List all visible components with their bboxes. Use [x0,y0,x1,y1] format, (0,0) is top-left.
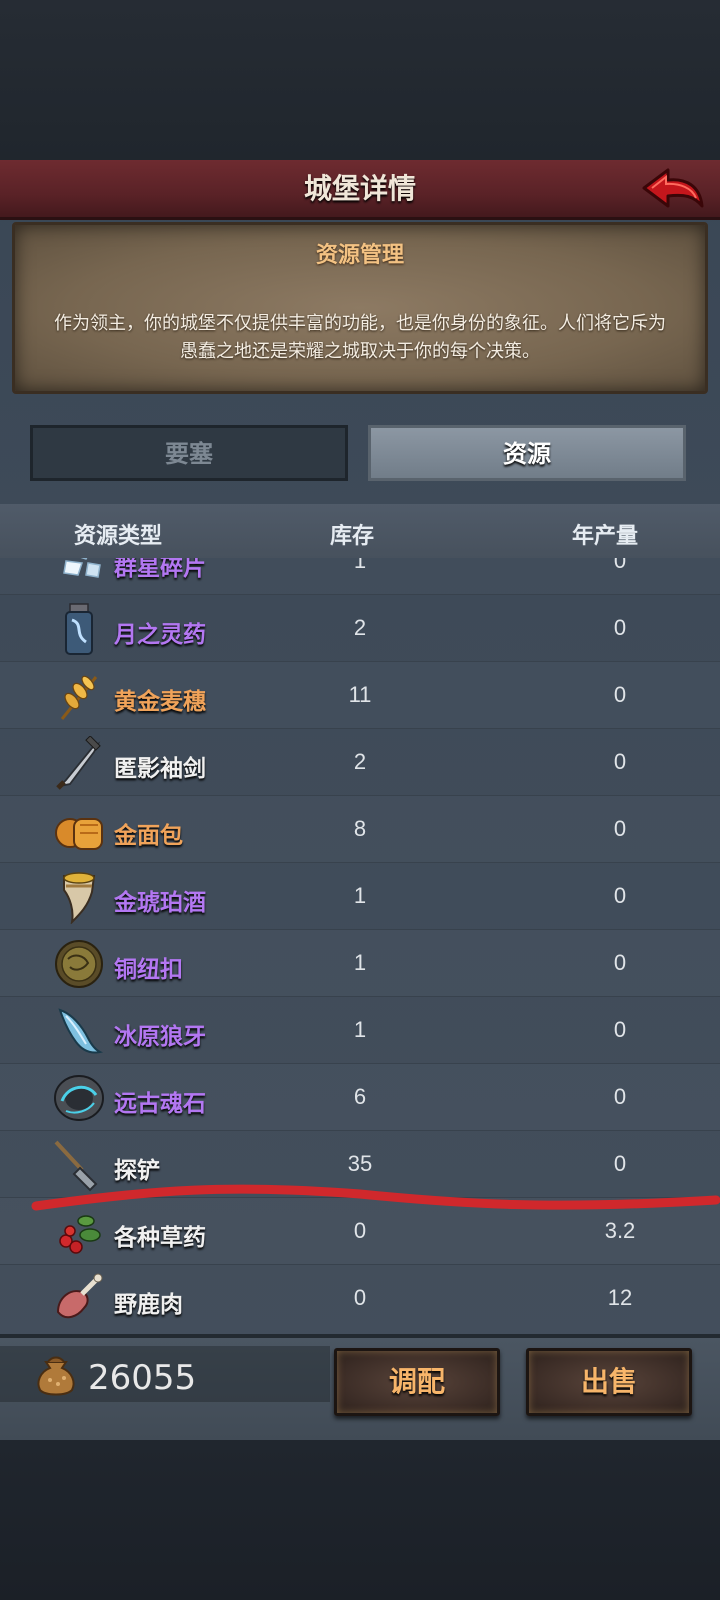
resource-stock: 2 [353,749,367,774]
section-description: 作为领主，你的城堡不仅提供丰富的功能，也是你身份的象征。人们将它斥为愚蠢之地还是… [54,313,666,361]
page-title: 城堡详情 [303,173,416,204]
resource-stock: 6 [353,1084,367,1109]
bottom-background [0,1440,720,1600]
copper-button-icon [55,940,103,988]
table-row[interactable]: 远古魂石 6 0 [0,1064,720,1131]
resource-stock: 1 [353,950,367,975]
resource-stock: 1 [353,883,367,908]
back-button[interactable] [640,166,706,216]
resource-name: 远古魂石 [114,1090,206,1116]
resource-name: 各种草药 [114,1224,206,1250]
resource-name: 金面包 [114,822,183,848]
resource-stock: 11 [348,682,372,707]
table-row[interactable]: 黄金麦穗 11 0 [0,662,720,729]
drinking-horn-icon [63,872,96,924]
shovel-icon [54,1140,98,1192]
info-parchment: 资源管理 作为领主，你的城堡不仅提供丰富的功能，也是你身份的象征。人们将它斥为愚… [12,222,708,394]
resource-yearly: 0 [613,682,627,707]
resource-yearly: 0 [613,558,627,573]
resource-stock: 1 [353,558,367,573]
table-row[interactable]: 各种草药 0 3.2 [0,1198,720,1265]
resource-yearly: 0 [613,1017,627,1042]
herbs-icon [59,1215,101,1254]
table-row[interactable]: 金琥珀酒 1 0 [0,863,720,930]
venison-icon [56,1273,103,1319]
tab-bar: 要塞 资源 [30,425,690,483]
resource-name: 探铲 [114,1157,160,1183]
title-bar: 城堡详情 [0,160,720,220]
resource-stock: 2 [353,615,367,640]
resource-name: 群星碎片 [114,558,206,580]
table-row[interactable]: 群星碎片 1 0 [0,558,720,595]
wheat-icon [60,675,98,720]
bread-icon [55,818,103,850]
resource-name: 铜纽扣 [114,956,183,982]
resource-name: 黄金麦穗 [114,688,206,714]
resource-yearly: 0 [613,1151,627,1176]
table-row[interactable]: 月之灵药 2 0 [0,595,720,662]
table-row[interactable]: 匿影袖剑 2 0 [0,729,720,796]
table-row[interactable]: 野鹿肉 0 12 [0,1265,720,1330]
resource-yearly: 0 [613,1084,627,1109]
coin-bag-icon [37,1356,75,1396]
column-yearly: 年产量 [572,523,639,548]
resource-stock: 0 [353,1285,367,1310]
resource-stock: 0 [353,1218,367,1243]
coin-display: 26055 [0,1346,330,1402]
crystal-shards-icon [63,558,101,578]
table-row[interactable]: 探铲 35 0 [0,1131,720,1198]
resource-stock: 35 [347,1151,373,1176]
coin-amount: 26055 [88,1358,197,1398]
tab-fortress[interactable]: 要塞 [30,425,348,481]
resource-yearly: 0 [613,615,627,640]
resource-stock: 1 [353,1017,367,1042]
resource-name: 匿影袖剑 [114,755,206,781]
resource-yearly: 0 [613,883,627,908]
potion-bottle-icon [65,603,93,655]
resource-yearly: 12 [607,1285,633,1310]
table-header: 资源类型 库存 年产量 [0,504,720,558]
resource-yearly: 0 [613,816,627,841]
resource-name: 月之灵药 [114,621,206,647]
resource-table[interactable]: 群星碎片 1 0 月之灵药 2 0 黄金麦穗 11 0 匿影袖剑 2 0 金面包 8 0 金琥珀酒 1 0 铜纽扣 1… [0,558,720,1330]
back-arrow-icon [642,168,704,208]
resource-yearly: 0 [613,749,627,774]
column-stock: 库存 [330,523,375,548]
resource-name: 野鹿肉 [114,1291,183,1317]
table-row[interactable]: 冰原狼牙 1 0 [0,997,720,1064]
column-type: 资源类型 [74,523,163,548]
resource-yearly: 3.2 [604,1218,636,1243]
wolf-fang-icon [58,1008,104,1054]
tab-resources[interactable]: 资源 [368,425,686,481]
resource-stock: 8 [353,816,367,841]
bottom-bar: 26055 调配 出售 [0,1334,720,1440]
dagger-icon [56,736,101,790]
top-background [0,0,720,160]
resource-name: 金琥珀酒 [114,889,206,915]
resource-name: 冰原狼牙 [114,1023,206,1049]
resource-rows: 群星碎片 1 0 月之灵药 2 0 黄金麦穗 11 0 匿影袖剑 2 0 金面包 8 0 金琥珀酒 1 0 铜纽扣 1… [0,558,720,1330]
table-row[interactable]: 铜纽扣 1 0 [0,930,720,997]
sell-button[interactable]: 出售 [526,1348,692,1416]
table-row[interactable]: 金面包 8 0 [0,796,720,863]
allot-button[interactable]: 调配 [334,1348,500,1416]
soul-stone-icon [54,1075,104,1121]
section-subtitle: 资源管理 [315,242,404,267]
resource-yearly: 0 [613,950,627,975]
